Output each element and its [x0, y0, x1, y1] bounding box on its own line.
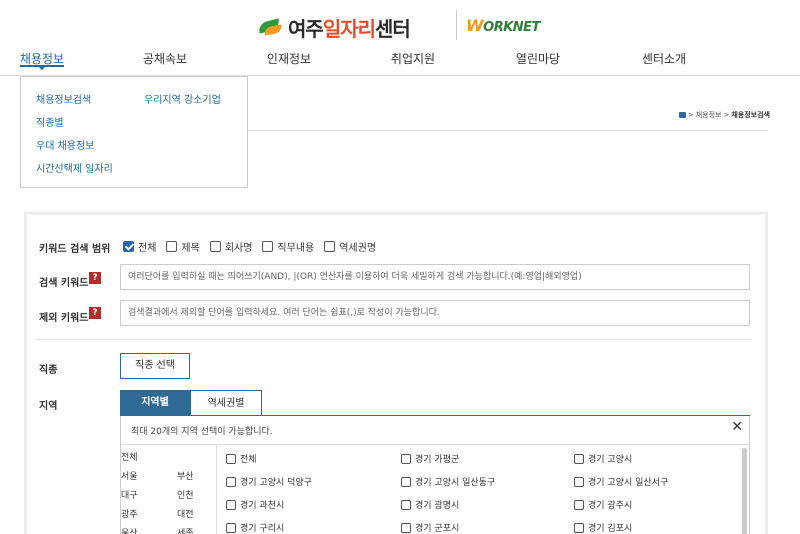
keyword-scope-label: 키워드 검색 범위 — [39, 244, 111, 255]
gnb-item-public-recruit[interactable]: 공채속보 — [143, 50, 187, 67]
region-item[interactable]: 대전 — [177, 507, 194, 520]
job-label: 직종 — [39, 365, 58, 376]
area-checkbox[interactable]: 경기 가평군 — [401, 452, 459, 465]
area-checkbox[interactable]: 경기 고양시 일산동구 — [401, 475, 495, 488]
region-item[interactable]: 광주 — [121, 507, 138, 520]
scope-station-checkbox[interactable]: 역세권명 — [324, 239, 376, 254]
area-checkbox[interactable]: 경기 고양시 — [574, 452, 632, 465]
detail-search-panel: 키워드 검색 범위 전체 제목 회사명 직무내용 역세권명 검색 키워드 ? 여… — [24, 212, 768, 534]
home-icon[interactable] — [678, 112, 686, 118]
area-checkbox[interactable]: 경기 광주시 — [574, 498, 632, 511]
region-item[interactable]: 인천 — [177, 488, 194, 501]
region-item[interactable]: 부산 — [177, 469, 194, 482]
region-list: 전체 서울 부산 대구 인천 광주 대전 울산 세종 — [121, 445, 217, 534]
gnb-item-center-info[interactable]: 센터소개 — [642, 50, 686, 67]
gnb-item-talent[interactable]: 인재정보 — [267, 50, 311, 67]
keyword-scope-options: 전체 제목 회사명 직무내용 역세권명 — [123, 239, 376, 254]
region-item[interactable]: 세종 — [177, 526, 194, 534]
submenu-preferred-jobs[interactable]: 우대 채용정보 — [36, 137, 94, 152]
help-icon[interactable]: ? — [89, 307, 101, 319]
scope-all-checkbox[interactable]: 전체 — [123, 239, 156, 254]
region-item[interactable]: 울산 — [121, 526, 138, 534]
region-label: 지역 — [39, 401, 58, 412]
jobs-submenu: 채용정보검색 직종별 우대 채용정보 시간선택제 일자리 우리지역 강소기업 — [20, 76, 248, 188]
submenu-by-occupation[interactable]: 직종별 — [36, 114, 64, 129]
help-icon[interactable]: ? — [89, 272, 101, 284]
search-keyword-input[interactable]: 여러단어를 입력하실 때는 띄어쓰기(AND), |(OR) 연산자를 이용하여… — [120, 264, 750, 290]
scope-company-checkbox[interactable]: 회사명 — [209, 239, 252, 254]
tab-by-region[interactable]: 지역별 — [120, 390, 190, 416]
area-checkbox[interactable]: 경기 광명시 — [401, 498, 459, 511]
scrollbar[interactable] — [742, 448, 747, 534]
area-checkbox[interactable]: 경기 군포시 — [401, 521, 459, 534]
worknet-logo[interactable]: WORKNET — [466, 16, 540, 35]
caret-down-icon — [38, 66, 46, 70]
exclude-keyword-label: 제외 키워드 — [39, 313, 89, 324]
breadcrumb-jobs[interactable]: 채용정보 — [696, 110, 722, 120]
checkbox-checked-icon[interactable] — [123, 241, 134, 252]
main-navigation: 채용정보 공채속보 인재정보 취업지원 열린마당 센터소개 — [0, 48, 800, 76]
submenu-local-companies[interactable]: 우리지역 강소기업 — [144, 91, 221, 106]
logo-text: 여주일자리센터 — [288, 16, 411, 41]
submenu-job-search[interactable]: 채용정보검색 — [36, 91, 91, 106]
area-checkbox[interactable]: 경기 과천시 — [226, 498, 284, 511]
submenu-part-time-jobs[interactable]: 시간선택제 일자리 — [36, 160, 113, 175]
job-select-button[interactable]: 직종 선택 — [120, 353, 190, 379]
tab-by-station[interactable]: 역세권별 — [190, 390, 262, 416]
search-keyword-label: 검색 키워드 — [39, 278, 89, 289]
logo-leaf-icon — [257, 18, 284, 36]
area-checkbox[interactable]: 경기 김포시 — [574, 521, 632, 534]
area-checkbox[interactable]: 경기 고양시 덕양구 — [226, 475, 312, 488]
breadcrumb: > 채용정보 > 채용정보검색 — [678, 110, 770, 120]
breadcrumb-current: 채용정보검색 — [731, 111, 770, 119]
divider — [35, 339, 751, 340]
scope-duty-checkbox[interactable]: 직무내용 — [262, 239, 314, 254]
divider — [248, 130, 768, 131]
gnb-item-employment-support[interactable]: 취업지원 — [391, 50, 435, 67]
exclude-keyword-input[interactable]: 검색결과에서 제외할 단어를 입력하세요. 여러 단어는 쉼표(,)로 작성이 … — [120, 300, 750, 326]
region-item[interactable]: 대구 — [121, 488, 138, 501]
area-checkbox[interactable]: 경기 구리시 — [226, 521, 284, 534]
region-notice: 최대 20개의 지역 선택이 가능합니다. — [131, 427, 273, 437]
scope-title-checkbox[interactable]: 제목 — [166, 239, 200, 254]
site-logo[interactable]: 여주일자리센터 — [257, 12, 411, 42]
close-icon[interactable]: ✕ — [731, 420, 743, 434]
logo-divider — [456, 10, 457, 40]
region-item[interactable]: 전체 — [121, 450, 138, 463]
gnb-item-open-forum[interactable]: 열린마당 — [516, 50, 560, 67]
area-checkbox[interactable]: 전체 — [226, 452, 257, 465]
region-selector: 최대 20개의 지역 선택이 가능합니다. ✕ 전체 서울 부산 대구 인천 광… — [120, 416, 751, 534]
region-item[interactable]: 서울 — [121, 469, 138, 482]
area-checkbox[interactable]: 경기 고양시 일산서구 — [574, 475, 668, 488]
